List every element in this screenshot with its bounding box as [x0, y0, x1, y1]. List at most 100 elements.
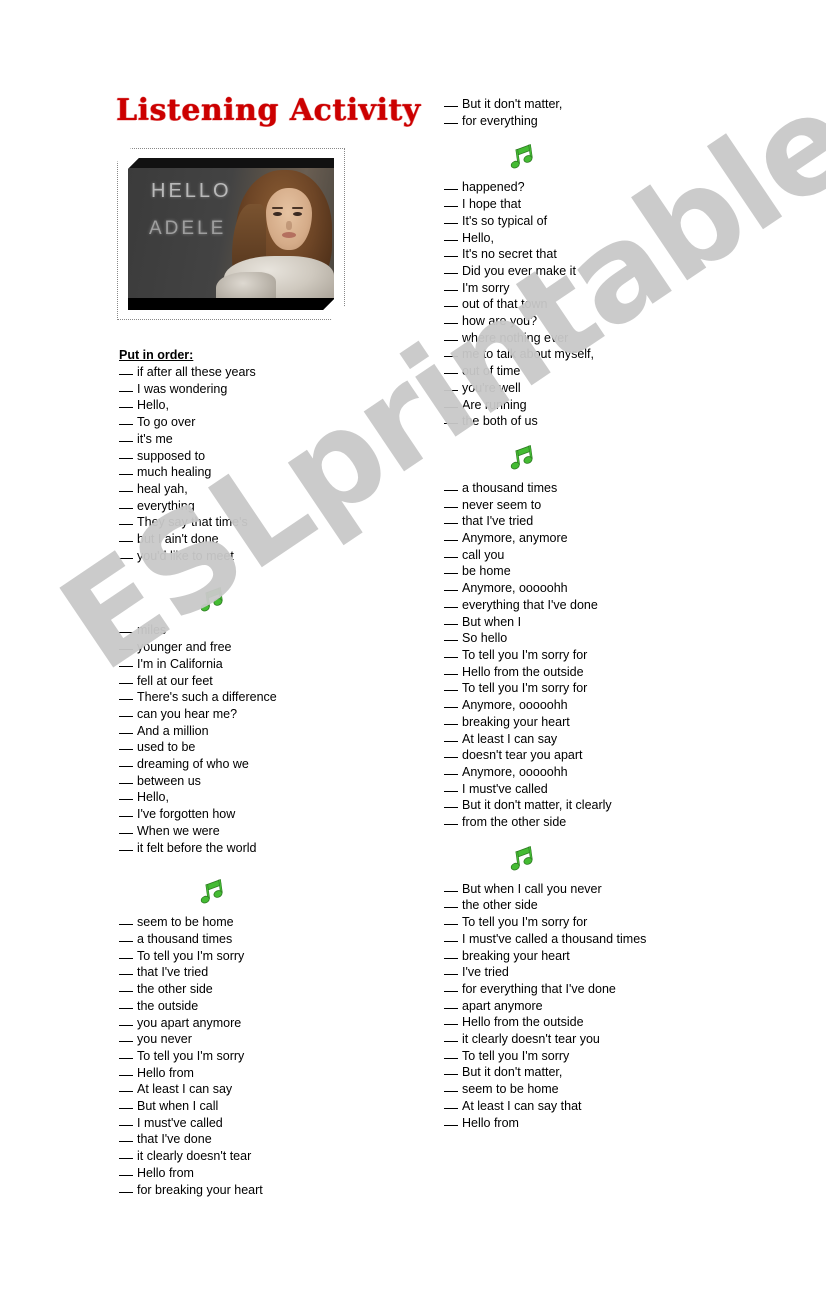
answer-blank[interactable]	[444, 206, 458, 208]
answer-blank[interactable]	[444, 757, 458, 759]
answer-line-item[interactable]: out of that town	[437, 296, 757, 313]
answer-blank[interactable]	[119, 507, 133, 509]
answer-line-item[interactable]: I must've called	[437, 781, 757, 798]
answer-line-item[interactable]: At least I can say	[437, 731, 757, 748]
answer-blank[interactable]	[444, 1124, 458, 1126]
answer-line-item[interactable]: seem to be home	[437, 1081, 757, 1098]
answer-line-item[interactable]: call you	[437, 547, 757, 564]
answer-blank[interactable]	[119, 424, 133, 426]
answer-line-item[interactable]: I hope that	[437, 196, 757, 213]
answer-blank[interactable]	[444, 573, 458, 575]
answer-line-item[interactable]: you apart anymore	[112, 1015, 412, 1032]
answer-blank[interactable]	[444, 1007, 458, 1009]
answer-blank[interactable]	[119, 1124, 133, 1126]
answer-line-item[interactable]: it clearly doesn't tear	[112, 1148, 412, 1165]
answer-line-item[interactable]: To tell you I'm sorry	[112, 1048, 412, 1065]
answer-blank[interactable]	[119, 374, 133, 375]
answer-blank[interactable]	[119, 1041, 133, 1043]
answer-line-item[interactable]: To tell you I'm sorry	[112, 948, 412, 965]
answer-line-item[interactable]: At least I can say that	[437, 1098, 757, 1115]
answer-line-item[interactable]: how are you?	[437, 313, 757, 330]
answer-blank[interactable]	[444, 673, 458, 675]
answer-blank[interactable]	[444, 940, 458, 942]
answer-line-item[interactable]: heal yah,	[112, 481, 412, 498]
answer-blank[interactable]	[444, 606, 458, 608]
answer-blank[interactable]	[119, 632, 133, 634]
answer-line-item[interactable]: miles	[112, 622, 412, 639]
answer-blank[interactable]	[444, 389, 458, 391]
answer-blank[interactable]	[444, 489, 458, 491]
answer-blank[interactable]	[444, 590, 458, 592]
answer-blank[interactable]	[119, 649, 133, 651]
answer-line-item[interactable]: fell at our feet	[112, 673, 412, 690]
answer-line-item[interactable]: that I've done	[112, 1131, 412, 1148]
answer-blank[interactable]	[444, 924, 458, 926]
answer-line-item[interactable]: used to be	[112, 739, 412, 756]
answer-blank[interactable]	[444, 239, 458, 241]
answer-blank[interactable]	[119, 1158, 133, 1160]
answer-blank[interactable]	[444, 556, 458, 558]
answer-blank[interactable]	[119, 541, 133, 543]
answer-line-item[interactable]: me to talk about myself,	[437, 346, 757, 363]
answer-blank[interactable]	[444, 1024, 458, 1026]
answer-line-item[interactable]: But it don't matter, it clearly	[437, 797, 757, 814]
answer-blank[interactable]	[444, 356, 458, 358]
answer-line-item[interactable]: Hello,	[112, 789, 412, 806]
answer-line-item[interactable]: the both of us	[437, 413, 757, 430]
answer-line-item[interactable]: the outside	[112, 998, 412, 1015]
answer-line-item[interactable]: younger and free	[112, 639, 412, 656]
answer-blank[interactable]	[444, 990, 458, 992]
answer-line-item[interactable]: the other side	[112, 981, 412, 998]
answer-line-item[interactable]: So hello	[437, 630, 757, 647]
answer-line-item[interactable]: supposed to	[112, 448, 412, 465]
answer-line-item[interactable]: that I've tried	[437, 513, 757, 530]
answer-blank[interactable]	[119, 490, 133, 492]
answer-blank[interactable]	[119, 457, 133, 459]
answer-line-item[interactable]: Anymore, ooooohh	[437, 580, 757, 597]
answer-blank[interactable]	[119, 1057, 133, 1059]
answer-line-item[interactable]: doesn't tear you apart	[437, 747, 757, 764]
answer-blank[interactable]	[444, 373, 458, 375]
answer-blank[interactable]	[444, 406, 458, 408]
answer-blank[interactable]	[444, 256, 458, 258]
answer-line-item[interactable]: can you hear me?	[112, 706, 412, 723]
answer-line-item[interactable]: But when I	[437, 614, 757, 631]
answer-blank[interactable]	[444, 272, 458, 274]
answer-blank[interactable]	[444, 656, 458, 658]
answer-blank[interactable]	[444, 974, 458, 976]
answer-blank[interactable]	[444, 740, 458, 742]
answer-blank[interactable]	[444, 523, 458, 525]
answer-line-item[interactable]: I've forgotten how	[112, 806, 412, 823]
answer-line-item[interactable]: I was wondering	[112, 381, 412, 398]
answer-line-item[interactable]: When we were	[112, 823, 412, 840]
answer-blank[interactable]	[444, 289, 458, 291]
answer-blank[interactable]	[119, 974, 133, 976]
answer-line-item[interactable]: breaking your heart	[437, 714, 757, 731]
answer-blank[interactable]	[444, 890, 458, 892]
answer-line-item[interactable]: if after all these years	[112, 364, 412, 381]
answer-blank[interactable]	[444, 122, 458, 124]
answer-blank[interactable]	[119, 1024, 133, 1026]
answer-blank[interactable]	[119, 665, 133, 667]
answer-line-item[interactable]: for everything	[437, 113, 757, 130]
answer-blank[interactable]	[119, 715, 133, 717]
answer-blank[interactable]	[119, 766, 133, 768]
answer-line-item[interactable]: you're well	[437, 380, 757, 397]
answer-blank[interactable]	[444, 1074, 458, 1076]
answer-line-item[interactable]: happened?	[437, 179, 757, 196]
answer-blank[interactable]	[119, 799, 133, 801]
answer-line-item[interactable]: you never	[112, 1031, 412, 1048]
answer-line-item[interactable]: To tell you I'm sorry for	[437, 647, 757, 664]
answer-blank[interactable]	[444, 339, 458, 341]
answer-line-item[interactable]: but I ain't done	[112, 531, 412, 548]
answer-blank[interactable]	[119, 524, 133, 526]
answer-line-item[interactable]: it felt before the world	[112, 840, 412, 857]
answer-blank[interactable]	[444, 423, 458, 425]
answer-blank[interactable]	[119, 749, 133, 751]
answer-blank[interactable]	[444, 306, 458, 308]
answer-blank[interactable]	[119, 940, 133, 942]
answer-line-item[interactable]: for breaking your heart	[112, 1182, 412, 1199]
answer-line-item[interactable]: for everything that I've done	[437, 981, 757, 998]
answer-line-item[interactable]: be home	[437, 563, 757, 580]
answer-line-item[interactable]: apart anymore	[437, 998, 757, 1015]
